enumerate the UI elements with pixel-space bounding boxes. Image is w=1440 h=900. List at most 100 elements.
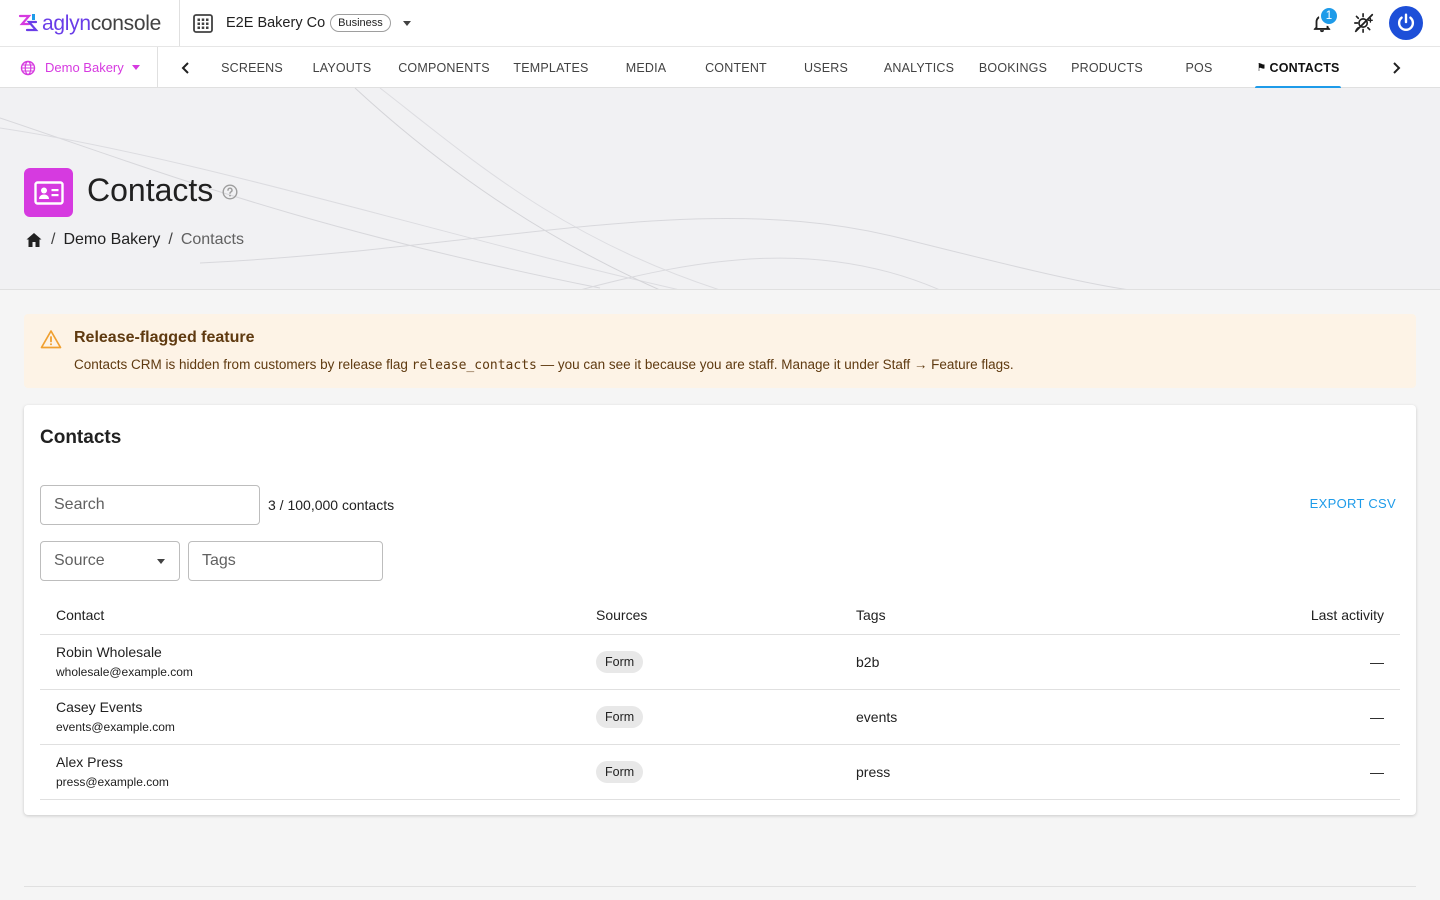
- top-app-bar: aglynconsole E2E Bakery Co Business 1: [0, 0, 1440, 46]
- page-header: Contacts / Demo Bakery / Contacts: [0, 88, 1440, 290]
- contact-email: wholesale@example.com: [56, 665, 193, 680]
- tab-media[interactable]: MEDIA: [606, 47, 686, 88]
- contact-count: 3 / 100,000 contacts: [268, 497, 395, 513]
- building-icon: [193, 14, 213, 33]
- breadcrumb-separator: /: [51, 231, 56, 248]
- tab-analytics[interactable]: ANALYTICS: [876, 47, 962, 88]
- nav-scroll-right-button[interactable]: [1376, 47, 1416, 88]
- theme-toggle-button[interactable]: [1346, 5, 1382, 41]
- contacts-table: Contact Sources Tags Last activity Robin…: [40, 597, 1400, 800]
- chevron-right-icon: [1393, 61, 1401, 74]
- tab-content[interactable]: CONTENT: [696, 47, 776, 88]
- tab-label: CONTENT: [705, 60, 767, 75]
- contact-cell: Alex Press press@example.com: [40, 744, 580, 800]
- source-chip: Form: [596, 760, 644, 783]
- table-row[interactable]: Alex Press press@example.com Form press …: [40, 744, 1400, 800]
- tab-components[interactable]: COMPONENTS: [392, 47, 496, 88]
- chevron-down-icon: [157, 559, 165, 564]
- alert-text: Contacts CRM is hidden from customers by…: [74, 357, 412, 372]
- account-button[interactable]: [1388, 5, 1424, 41]
- column-header-last-activity[interactable]: Last activity: [1120, 597, 1400, 635]
- breadcrumb-current: Contacts: [180, 231, 244, 248]
- topbar-actions: 1: [1298, 0, 1424, 46]
- column-header-sources[interactable]: Sources: [580, 597, 840, 635]
- contact-cell: Robin Wholesale wholesale@example.com: [40, 634, 580, 690]
- tab-label: MEDIA: [625, 60, 667, 75]
- breadcrumb: / Demo Bakery / Contacts: [25, 231, 244, 249]
- column-header-contact[interactable]: Contact: [40, 597, 580, 635]
- tab-label: CONTACTS: [1269, 60, 1340, 75]
- tab-label: USERS: [803, 60, 849, 75]
- tab-label: LAYOUTS: [312, 60, 372, 75]
- release-flag-alert: Release-flagged feature Contacts CRM is …: [24, 314, 1416, 388]
- globe-icon: [20, 60, 36, 75]
- org-switcher[interactable]: E2E Bakery Co Business: [192, 0, 411, 46]
- tab-label: POS: [1185, 60, 1213, 75]
- footer-divider: [24, 886, 1416, 887]
- tab-products[interactable]: PRODUCTS: [1064, 47, 1150, 88]
- contact-email: press@example.com: [56, 775, 169, 790]
- page-title: Contacts: [87, 172, 214, 208]
- table-row[interactable]: Robin Wholesale wholesale@example.com Fo…: [40, 634, 1400, 690]
- nav-scroll-left-button[interactable]: [166, 47, 206, 88]
- tab-templates[interactable]: TEMPLATES: [506, 47, 596, 88]
- contact-card-icon: [33, 180, 64, 205]
- search-field[interactable]: [40, 485, 260, 525]
- contact-name: Robin Wholesale: [56, 643, 162, 660]
- breadcrumb-separator: /: [168, 231, 173, 248]
- avatar: [1389, 6, 1423, 40]
- brand-name: aglynconsole: [42, 11, 162, 35]
- contact-name: Alex Press: [56, 753, 123, 770]
- column-header-tags[interactable]: Tags: [840, 597, 1120, 635]
- flag-icon: ⚑: [1256, 62, 1267, 74]
- section-nav: Demo Bakery SCREENS LAYOUTS COMPONENTS T…: [0, 46, 1440, 89]
- tab-users[interactable]: USERS: [786, 47, 866, 88]
- sources-cell: Form: [580, 744, 840, 800]
- source-chip: Form: [596, 705, 644, 728]
- tab-bookings[interactable]: BOOKINGS: [972, 47, 1054, 88]
- last-activity-cell: —: [1120, 689, 1400, 745]
- table-row[interactable]: Casey Events events@example.com Form eve…: [40, 689, 1400, 745]
- site-selector[interactable]: Demo Bakery: [0, 47, 158, 88]
- last-activity-cell: —: [1120, 744, 1400, 800]
- power-avatar-icon: [1397, 13, 1415, 32]
- chevron-left-icon: [181, 61, 189, 74]
- breadcrumb-site[interactable]: Demo Bakery: [63, 231, 160, 249]
- tags-cell: events: [840, 689, 1120, 745]
- contact-email: events@example.com: [56, 720, 175, 735]
- export-csv-button[interactable]: EXPORT CSV: [1310, 496, 1396, 511]
- alert-title: Release-flagged feature: [74, 329, 255, 346]
- source-select-label: Source: [54, 552, 105, 569]
- home-icon[interactable]: [25, 231, 43, 249]
- topbar-divider: [179, 0, 181, 46]
- tab-label: COMPONENTS: [398, 60, 490, 75]
- tab-layouts[interactable]: LAYOUTS: [302, 47, 382, 88]
- help-circle-icon[interactable]: [222, 184, 238, 200]
- notification-count-badge: 1: [1319, 6, 1339, 26]
- chevron-down-icon: [131, 65, 140, 70]
- tab-pos[interactable]: POS: [1160, 47, 1238, 88]
- plan-badge: Business: [330, 14, 391, 32]
- notifications-button[interactable]: 1: [1304, 5, 1340, 41]
- tab-label: BOOKINGS: [978, 60, 1048, 75]
- tags-input[interactable]: [202, 552, 382, 570]
- source-select[interactable]: Source: [40, 541, 180, 581]
- tags-field[interactable]: [188, 541, 383, 581]
- alert-body: Contacts CRM is hidden from customers by…: [74, 357, 1014, 373]
- tab-label: SCREENS: [221, 60, 283, 75]
- org-name: E2E Bakery Co: [226, 15, 326, 31]
- tab-label: ANALYTICS: [883, 60, 955, 75]
- tab-screens[interactable]: SCREENS: [212, 47, 292, 88]
- contact-cell: Casey Events events@example.com: [40, 689, 580, 745]
- warning-icon: [40, 330, 62, 349]
- site-name: Demo Bakery: [45, 60, 124, 75]
- search-input[interactable]: [54, 496, 259, 514]
- sources-cell: Form: [580, 689, 840, 745]
- tab-contacts[interactable]: ⚑ CONTACTS: [1255, 47, 1341, 89]
- contacts-card: Contacts 3 / 100,000 contacts EXPORT CSV…: [24, 405, 1416, 815]
- last-activity-cell: —: [1120, 634, 1400, 690]
- tab-label: TEMPLATES: [513, 60, 589, 75]
- contacts-page-icon: [24, 168, 73, 217]
- tags-cell: b2b: [840, 634, 1120, 690]
- brand-logo[interactable]: aglynconsole: [17, 0, 161, 46]
